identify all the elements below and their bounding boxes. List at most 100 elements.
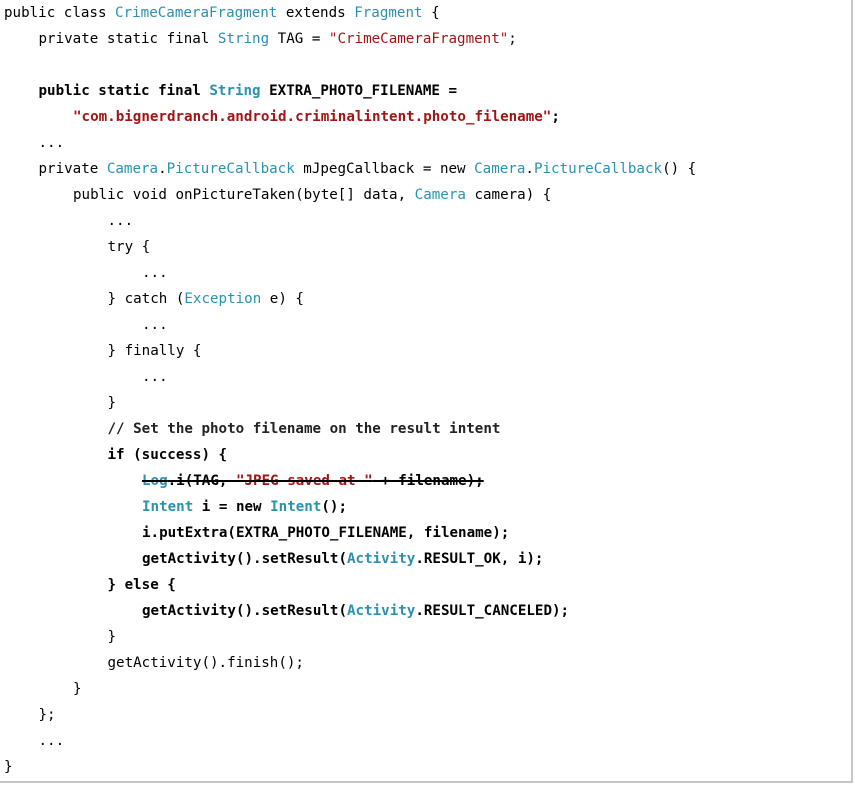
code-token: e) { [261,291,304,307]
code-token: Activity [347,551,416,567]
code-line: getActivity().setResult(Activity.RESULT_… [142,546,543,572]
code-token: } else { [107,577,176,593]
code-line: Intent i = new Intent(); [142,494,347,520]
code-line: }; [39,702,56,728]
code-token: }; [38,707,56,723]
code-token: } [107,395,117,411]
code-text: private static final String TAG = "Crime… [39,31,517,47]
code-line: ... [142,312,168,338]
code-line: public void onPictureTaken(byte[] data, … [73,182,551,208]
code-text: getActivity().setResult(Activity.RESULT_… [142,603,569,619]
code-token: camera) { [465,187,552,203]
code-line: } [73,676,82,702]
code-line: ... [108,208,134,234]
code-token: "JPEG saved at " [235,473,373,489]
code-text: // Set the photo filename on the result … [108,421,501,437]
code-token: CrimeCameraFragment [115,5,278,21]
code-text: public void onPictureTaken(byte[] data, … [73,187,551,203]
code-line: if (success) { [108,442,228,468]
code-token: Intent [142,499,194,515]
code-token: . [525,161,534,177]
code-line: } [108,624,117,650]
code-text: private Camera.PictureCallback mJpegCall… [39,161,697,177]
code-token: extends [277,5,355,21]
code-token: i = new [193,499,271,515]
code-token: String [217,31,270,47]
code-text: } catch (Exception e) { [108,291,304,307]
code-text: ... [142,317,168,333]
code-line: // Set the photo filename on the result … [108,416,501,442]
code-token: } finally { [107,343,202,359]
code-token: ... [142,369,168,385]
code-listing-frame: public class CrimeCameraFragment extends… [0,0,853,783]
code-token: mJpegCallback = new [294,161,475,177]
code-token: public class [4,5,116,21]
code-text: } [73,681,82,697]
code-token: Activity [347,603,416,619]
code-text: Intent i = new Intent(); [142,499,347,515]
code-text: ... [142,265,168,281]
code-token: "CrimeCameraFragment" [328,31,509,47]
code-token: .i(TAG, [167,473,236,489]
code-text: } finally { [108,343,202,359]
code-token: EXTRA_PHOTO_FILENAME = [260,83,458,99]
code-token: private [38,161,107,177]
code-token: getActivity().setResult( [142,603,347,619]
code-token: { [422,5,440,21]
code-token: . [158,161,167,177]
code-token: if (success) { [107,447,228,463]
code-token: ; [551,109,560,125]
code-token: String [209,83,261,99]
code-token: } [4,759,13,775]
code-token: .RESULT_OK, i); [415,551,544,567]
code-token: public static final [38,83,210,99]
code-text: ... [142,369,168,385]
code-line: ... [39,728,65,754]
code-token: ... [142,265,168,281]
code-line: } finally { [108,338,202,364]
code-token: ... [38,733,65,749]
code-line: ... [39,130,65,156]
code-line: } else { [108,572,176,598]
code-token: } [107,629,117,645]
code-token: i.putExtra(EXTRA_PHOTO_FILENAME, filenam… [142,525,510,541]
code-line: ... [142,260,168,286]
code-token: Camera [474,161,526,177]
code-token: TAG = [269,31,329,47]
code-line: } catch (Exception e) { [108,286,304,312]
code-text: try { [108,239,151,255]
code-token: "com.bignerdranch.android.criminalintent… [73,109,552,125]
struck-out-code: Log.i(TAG, "JPEG saved at " + filename); [142,473,484,489]
code-text: }; [39,707,56,723]
code-token: getActivity().setResult( [142,551,347,567]
code-line: public class CrimeCameraFragment extends… [4,0,440,26]
code-line: "com.bignerdranch.android.criminalintent… [73,104,560,130]
code-token: Fragment [354,5,423,21]
code-line: Log.i(TAG, "JPEG saved at " + filename); [142,468,484,494]
code-token: getActivity().finish(); [107,655,304,671]
code-text: ... [108,213,134,229]
code-token: // Set the photo filename on the result … [107,421,501,437]
code-line: i.putExtra(EXTRA_PHOTO_FILENAME, filenam… [142,520,509,546]
code-text: } else { [108,577,176,593]
code-token: Camera [414,187,466,203]
code-token: () { [662,161,697,177]
code-text: "com.bignerdranch.android.criminalintent… [73,109,560,125]
code-token: Log [142,473,168,489]
code-token: Intent [270,499,322,515]
code-text: } [108,395,117,411]
code-token: private static final [38,31,218,47]
code-line: private Camera.PictureCallback mJpegCall… [39,156,697,182]
code-text: } [108,629,117,645]
code-line: getActivity().finish(); [108,650,304,676]
code-token: Exception [184,291,262,307]
code-token: public void onPictureTaken(byte[] data, [73,187,415,203]
code-token: } catch ( [107,291,185,307]
code-token: ... [107,213,134,229]
code-token: (); [321,499,347,515]
code-token: ... [38,135,65,151]
code-text: if (success) { [108,447,228,463]
code-token: } [73,681,82,697]
code-token: PictureCallback [166,161,295,177]
code-token: ; [508,31,517,47]
